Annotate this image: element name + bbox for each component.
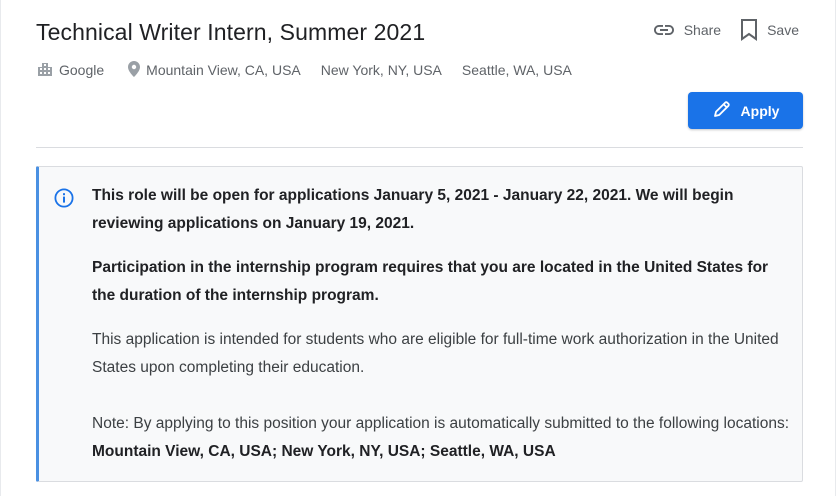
locations-note: Note: By applying to this position your … — [92, 410, 792, 466]
location-pin-icon — [128, 60, 141, 80]
location-item: Mountain View, CA, USA — [128, 60, 301, 80]
note-prefix: Note: By applying to this position your … — [92, 415, 790, 432]
company: Google — [37, 61, 104, 80]
save-label: Save — [767, 22, 799, 38]
application-notice: This role will be open for applications … — [36, 166, 803, 482]
notice-body: This role will be open for applications … — [92, 182, 792, 466]
job-meta: Google Mountain View, CA, USA New York, … — [37, 60, 572, 80]
location-requirement-text: Participation in the internship program … — [92, 259, 769, 304]
location-label: Seattle, WA, USA — [461, 62, 572, 78]
job-actions: Share Save — [652, 18, 799, 42]
apply-label: Apply — [740, 102, 780, 119]
location-item: New York, NY, USA — [321, 62, 442, 78]
job-title: Technical Writer Intern, Summer 2021 — [36, 19, 426, 45]
divider — [36, 147, 803, 148]
note-locations: Mountain View, CA, USA; New York, NY, US… — [92, 443, 556, 460]
application-window-text: This role will be open for applications … — [92, 187, 734, 232]
pencil-icon — [712, 99, 732, 122]
location-label: New York, NY, USA — [320, 62, 442, 78]
location-item: Seattle, WA, USA — [462, 62, 572, 78]
apply-button[interactable]: Apply — [688, 92, 803, 129]
location-label: Mountain View, CA, USA — [146, 62, 301, 78]
info-icon — [53, 187, 75, 214]
company-name: Google — [59, 62, 105, 78]
link-icon — [652, 18, 676, 42]
bookmark-icon — [739, 18, 759, 42]
building-icon — [37, 61, 53, 80]
job-card: Technical Writer Intern, Summer 2021 Sha… — [0, 0, 836, 496]
eligibility-text: This application is intended for student… — [92, 331, 779, 376]
share-button[interactable]: Share — [652, 18, 721, 42]
share-label: Share — [683, 22, 722, 38]
save-button[interactable]: Save — [739, 18, 799, 42]
